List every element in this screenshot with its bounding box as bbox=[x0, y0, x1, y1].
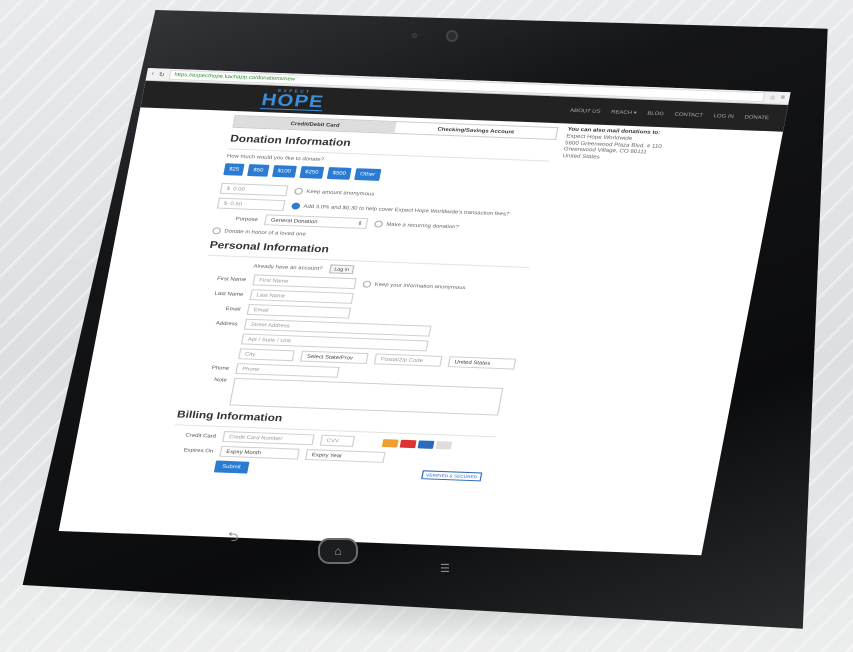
nav-contact[interactable]: CONTACT bbox=[674, 111, 703, 118]
radio-icon bbox=[293, 187, 304, 195]
keep-private-option[interactable]: Keep your information anonymous bbox=[362, 280, 466, 292]
last-name-label: Last Name bbox=[214, 290, 244, 298]
expiry-year-select[interactable]: Expiry Year bbox=[304, 449, 386, 463]
fee-input[interactable]: $ 0.50 bbox=[216, 197, 286, 212]
tab-card[interactable]: Credit/Debit Card bbox=[233, 115, 397, 133]
year-placeholder: Expiry Year bbox=[311, 451, 343, 459]
apt-placeholder: Apt / Suite / Unit bbox=[247, 336, 292, 344]
home-icon: ⌂ bbox=[334, 544, 342, 558]
menu-icon[interactable]: ≡ bbox=[780, 95, 785, 101]
phone-label: Phone bbox=[211, 364, 230, 372]
card-logos bbox=[381, 438, 453, 450]
login-button[interactable]: Log in bbox=[328, 264, 355, 275]
back-arrow-icon[interactable]: ⮌ bbox=[228, 528, 238, 550]
first-name-label: First Name bbox=[216, 275, 247, 283]
amex-icon bbox=[417, 439, 435, 449]
menu-lines-icon[interactable]: ☰ bbox=[440, 562, 450, 575]
site-logo[interactable]: EXPECT HOPE bbox=[259, 88, 327, 112]
purpose-value: General Donation bbox=[270, 217, 319, 225]
street-placeholder: Street Address bbox=[250, 321, 291, 329]
fee-label: Add 3.0% and $0.30 to help cover Expect … bbox=[302, 203, 510, 218]
purpose-select[interactable]: General Donation ⇕ bbox=[263, 214, 369, 230]
logo-text: HOPE bbox=[259, 90, 326, 112]
submit-button[interactable]: Submit bbox=[213, 460, 249, 474]
phone-placeholder: Phone bbox=[241, 365, 261, 373]
phone-input[interactable]: Phone bbox=[235, 363, 340, 378]
amount-25-button[interactable]: $25 bbox=[223, 163, 245, 176]
state-select[interactable]: Select State/Prov bbox=[299, 350, 369, 364]
last-name-input[interactable]: Last Name bbox=[249, 289, 354, 304]
keep-private-label: Keep your information anonymous bbox=[374, 281, 466, 292]
country-value: United States bbox=[453, 358, 491, 367]
checkbox-icon bbox=[373, 220, 384, 228]
star-icon[interactable]: ☆ bbox=[769, 94, 777, 101]
mail-note: You can also mail donations to: Expect H… bbox=[562, 127, 711, 166]
note-label: Note bbox=[213, 377, 228, 384]
secure-badge: VERIFIED & SECURED bbox=[420, 469, 483, 481]
nav-donate[interactable]: DONATE bbox=[744, 114, 769, 121]
discover-icon bbox=[435, 440, 453, 450]
home-button[interactable]: ⌂ bbox=[318, 538, 358, 564]
recurring-label: Make a recurring donation? bbox=[385, 221, 460, 231]
sensor bbox=[412, 33, 417, 38]
month-placeholder: Expiry Month bbox=[225, 448, 262, 456]
first-name-input[interactable]: First Name bbox=[252, 274, 357, 290]
amount-50-button[interactable]: $50 bbox=[247, 164, 270, 177]
mail-line: United States bbox=[561, 153, 601, 161]
city-input[interactable]: City bbox=[238, 348, 295, 362]
checkbox-icon bbox=[362, 280, 372, 288]
back-nav-icon[interactable]: ‹ bbox=[151, 71, 155, 77]
chevron-down-icon: ⇕ bbox=[356, 220, 364, 227]
reload-icon[interactable]: ↻ bbox=[158, 71, 165, 78]
tab-bank[interactable]: Checking/Savings Account bbox=[394, 122, 557, 139]
fee-option[interactable]: Add 3.0% and $0.30 to help cover Expect … bbox=[290, 202, 510, 218]
note-textarea[interactable] bbox=[229, 377, 504, 416]
radio-checked-icon bbox=[290, 202, 301, 210]
amount-value: 0.00 bbox=[232, 185, 246, 193]
recurring-option[interactable]: Make a recurring donation? bbox=[373, 220, 460, 231]
amount-250-button[interactable]: $250 bbox=[299, 166, 325, 179]
account-question: Already have an account? bbox=[253, 263, 324, 272]
amount-500-button[interactable]: $500 bbox=[326, 167, 352, 180]
tablet-screen: ‹ ↻ https://expecthope.kachapp.co/donati… bbox=[58, 68, 791, 556]
cvv-placeholder: CVV bbox=[326, 437, 340, 444]
front-camera bbox=[446, 30, 458, 42]
city-placeholder: City bbox=[244, 350, 256, 358]
card-label: Credit Card bbox=[185, 432, 217, 440]
nav-menu: ABOUT US REACH ▾ BLOG CONTACT LOG IN DON… bbox=[570, 107, 770, 120]
fee-value: 0.50 bbox=[229, 200, 243, 207]
zip-input[interactable]: Postal/Zip Code bbox=[373, 353, 443, 367]
honor-label: Donate in honor of a loved one bbox=[223, 228, 307, 238]
email-placeholder: Email bbox=[253, 306, 270, 314]
url-text: https://expecthope.kachapp.co/donations/… bbox=[173, 71, 296, 83]
visa-icon bbox=[381, 438, 399, 448]
keep-anonymous-label: Keep amount anonymous bbox=[305, 188, 375, 198]
country-select[interactable]: United States bbox=[447, 356, 517, 370]
expiry-label: Expires On bbox=[183, 446, 214, 454]
last-name-placeholder: Last Name bbox=[255, 291, 286, 299]
cvv-input[interactable]: CVV bbox=[319, 434, 356, 447]
address-label: Address bbox=[215, 320, 239, 327]
email-field[interactable]: Email bbox=[246, 303, 352, 319]
amount-other-button[interactable]: Other bbox=[354, 168, 381, 181]
first-name-placeholder: First Name bbox=[258, 277, 289, 285]
nav-login[interactable]: LOG IN bbox=[713, 113, 734, 120]
card-number-input[interactable]: Credit Card Number bbox=[222, 431, 315, 446]
state-placeholder: Select State/Prov bbox=[306, 353, 354, 361]
checkbox-icon bbox=[211, 227, 222, 235]
amount-input[interactable]: $ 0.00 bbox=[219, 182, 289, 197]
donation-form: Credit/Debit Card Checking/Savings Accou… bbox=[71, 107, 783, 491]
card-placeholder: Credit Card Number bbox=[228, 433, 283, 442]
zip-placeholder: Postal/Zip Code bbox=[380, 356, 424, 364]
mastercard-icon bbox=[399, 439, 417, 448]
keep-anonymous-option[interactable]: Keep amount anonymous bbox=[293, 187, 375, 198]
expiry-month-select[interactable]: Expiry Month bbox=[219, 445, 300, 460]
nav-blog[interactable]: BLOG bbox=[647, 110, 665, 117]
amount-100-button[interactable]: $100 bbox=[271, 165, 297, 178]
nav-about[interactable]: ABOUT US bbox=[570, 107, 601, 114]
nav-reach[interactable]: REACH ▾ bbox=[611, 109, 638, 116]
purpose-label: Purpose bbox=[235, 215, 259, 223]
email-label: Email bbox=[225, 305, 242, 313]
